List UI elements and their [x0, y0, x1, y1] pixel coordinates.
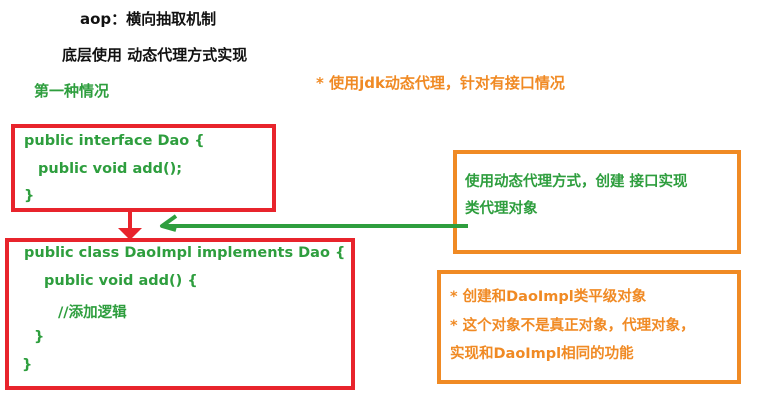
red-inherit-arrow: [118, 212, 142, 240]
green-proxy-arrow: [160, 214, 468, 232]
connector-layer: [118, 212, 468, 240]
